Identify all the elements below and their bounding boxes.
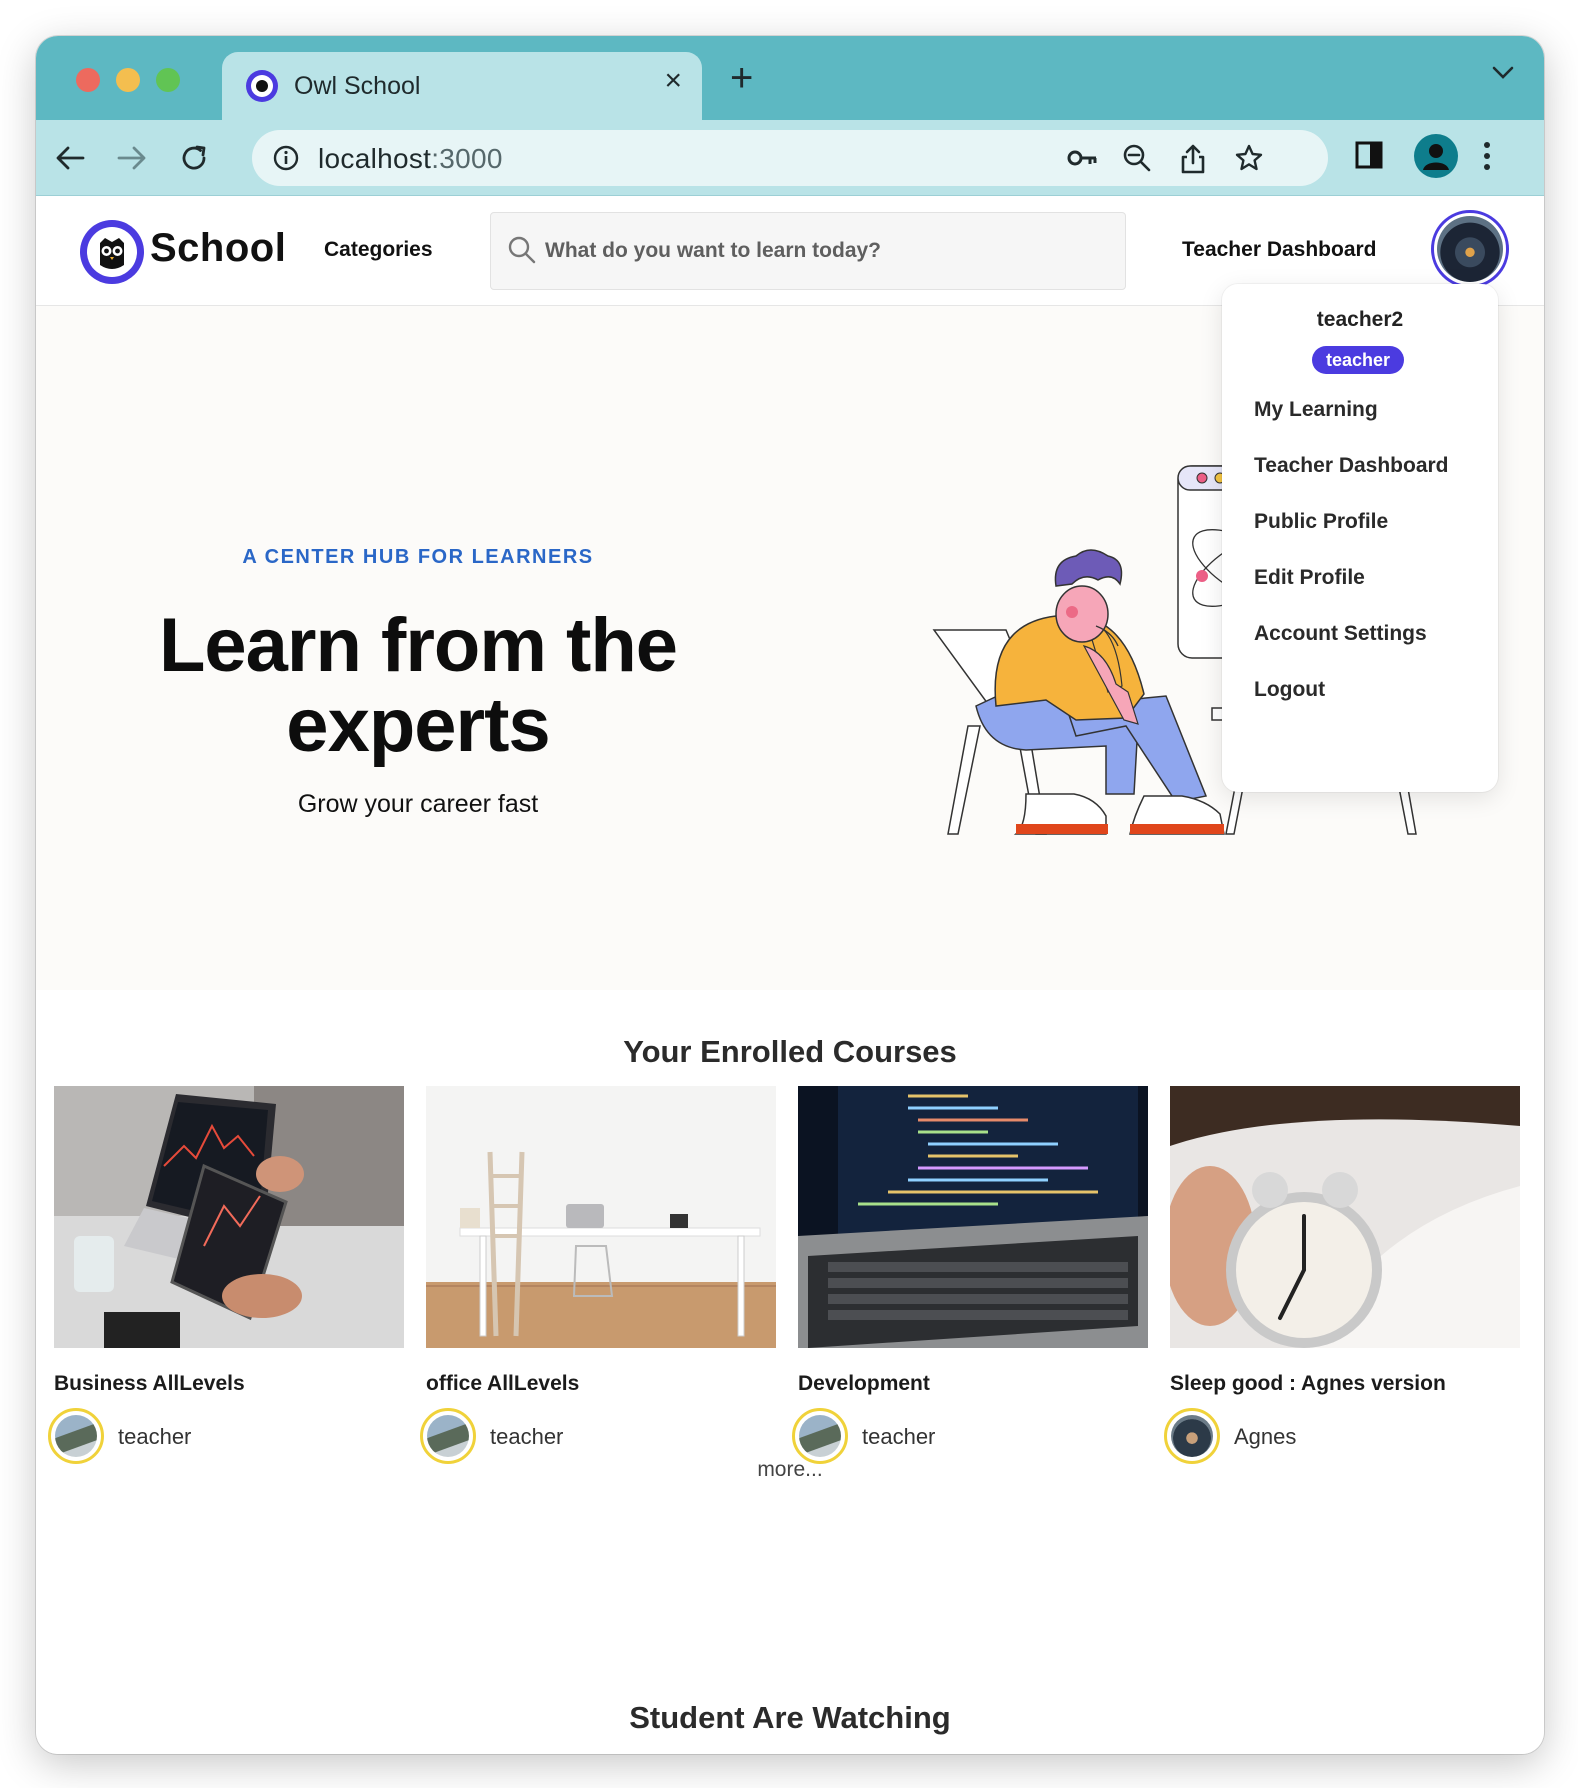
search-input[interactable]	[545, 233, 1105, 269]
course-thumbnail[interactable]	[1170, 1086, 1520, 1348]
course-name[interactable]: Business AllLevels	[54, 1372, 245, 1396]
chevron-down-icon[interactable]	[1492, 66, 1514, 85]
reload-icon[interactable]	[174, 138, 214, 178]
menu-item-edit-profile[interactable]: Edit Profile	[1254, 566, 1365, 590]
hero-eyebrow: A CENTER HUB FOR LEARNERS	[242, 546, 594, 568]
share-icon[interactable]	[1178, 143, 1208, 174]
tab-title: Owl School	[294, 72, 421, 100]
back-arrow-icon[interactable]	[50, 138, 90, 178]
browser-tab[interactable]: Owl School ×	[222, 52, 702, 120]
course-author[interactable]: teacher	[862, 1424, 935, 1450]
browser-profile-icon[interactable]	[1414, 134, 1458, 178]
browser-toolbar: localhost:3000	[36, 120, 1544, 196]
hero-title: Learn from the experts	[158, 603, 678, 768]
forward-arrow-icon[interactable]	[112, 138, 152, 178]
owl-favicon-icon	[246, 70, 278, 102]
site-info-icon[interactable]	[272, 144, 300, 177]
author-avatar[interactable]	[1164, 1408, 1220, 1464]
menu-item-public-profile[interactable]: Public Profile	[1254, 510, 1388, 534]
hero-subtitle: Grow your career fast	[297, 790, 539, 818]
menu-item-account-settings[interactable]: Account Settings	[1254, 622, 1427, 646]
course-name[interactable]: Development	[798, 1372, 930, 1396]
dropdown-username: teacher2	[1316, 308, 1404, 331]
categories-link[interactable]: Categories	[324, 238, 433, 262]
user-avatar[interactable]	[1431, 210, 1509, 288]
course-name[interactable]: Sleep good : Agnes version	[1170, 1372, 1446, 1396]
browser-window: Owl School × + localhost:3000 School Cat…	[36, 36, 1544, 1754]
tab-strip: Owl School × +	[36, 36, 1544, 120]
teacher-dashboard-link[interactable]: Teacher Dashboard	[1182, 238, 1377, 262]
course-card[interactable]: Sleep good : Agnes version Agnes	[1164, 1086, 1520, 1464]
url-text[interactable]: localhost:3000	[318, 143, 503, 175]
menu-item-teacher-dashboard[interactable]: Teacher Dashboard	[1254, 454, 1449, 478]
zoom-out-icon[interactable]	[1122, 143, 1152, 173]
course-card[interactable]: Business AllLevels teacher	[48, 1086, 404, 1464]
course-thumbnail[interactable]	[798, 1086, 1148, 1348]
owl-logo-icon[interactable]	[80, 220, 144, 284]
course-author[interactable]: Agnes	[1234, 1424, 1296, 1450]
student-watching-title: Student Are Watching	[629, 1700, 951, 1735]
course-thumbnail[interactable]	[426, 1086, 776, 1348]
key-icon[interactable]	[1066, 143, 1097, 173]
user-dropdown-menu: teacher2 teacher My Learning Teacher Das…	[1222, 284, 1498, 792]
course-name[interactable]: office AllLevels	[426, 1372, 579, 1396]
maximize-window-button[interactable]	[156, 68, 180, 92]
author-avatar[interactable]	[420, 1408, 476, 1464]
course-card[interactable]: office AllLevels teacher	[420, 1086, 776, 1464]
author-avatar[interactable]	[792, 1408, 848, 1464]
side-panel-icon[interactable]	[1354, 140, 1384, 175]
page-viewport: School Categories Teacher Dashboard A CE…	[36, 196, 1544, 1754]
logo-text[interactable]: School	[150, 226, 286, 271]
course-thumbnail[interactable]	[54, 1086, 404, 1348]
search-box[interactable]	[490, 212, 1126, 290]
course-author[interactable]: teacher	[118, 1424, 191, 1450]
course-card[interactable]: Development teacher	[792, 1086, 1148, 1464]
address-bar[interactable]: localhost:3000	[252, 130, 1328, 186]
more-courses-link[interactable]: more...	[36, 1458, 1544, 1482]
search-icon	[507, 235, 537, 270]
role-badge: teacher	[1312, 346, 1405, 374]
new-tab-icon[interactable]: +	[730, 58, 753, 98]
bookmark-star-icon[interactable]	[1234, 143, 1264, 173]
enrolled-courses-title: Your Enrolled Courses	[623, 1034, 957, 1069]
course-author[interactable]: teacher	[490, 1424, 563, 1450]
minimize-window-button[interactable]	[116, 68, 140, 92]
close-window-button[interactable]	[76, 68, 100, 92]
menu-item-logout[interactable]: Logout	[1254, 678, 1325, 702]
menu-item-my-learning[interactable]: My Learning	[1254, 398, 1378, 422]
author-avatar[interactable]	[48, 1408, 104, 1464]
browser-menu-icon[interactable]	[1482, 140, 1492, 177]
close-tab-icon[interactable]: ×	[664, 66, 682, 96]
